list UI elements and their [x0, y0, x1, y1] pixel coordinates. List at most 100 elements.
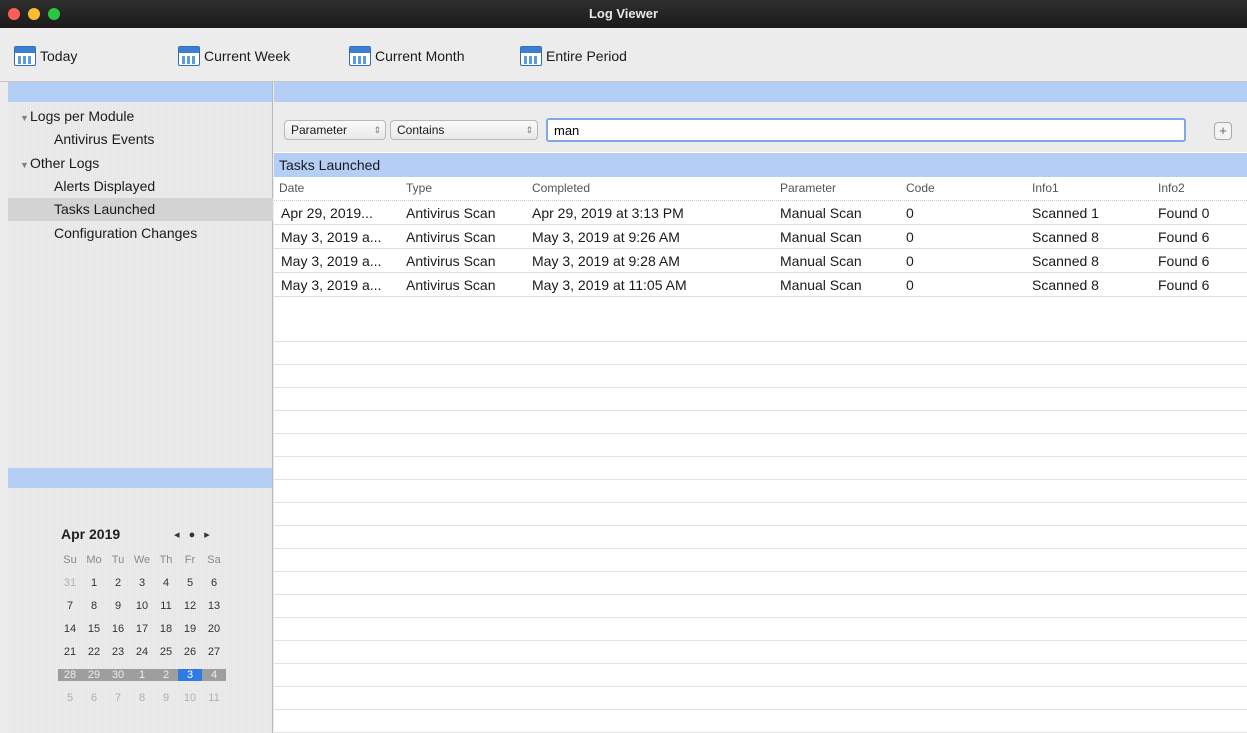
- calendar-day[interactable]: 8: [82, 600, 106, 612]
- calendar-day[interactable]: 3: [130, 577, 154, 589]
- zoom-window-button[interactable]: [48, 8, 60, 20]
- calendar-day[interactable]: 17: [130, 623, 154, 635]
- cell-info2: Found 0: [1158, 205, 1210, 221]
- calendar-day[interactable]: 2: [106, 577, 130, 589]
- calendar-day[interactable]: 20: [202, 623, 226, 635]
- column-header-parameter[interactable]: Parameter: [780, 177, 836, 199]
- calendar-day[interactable]: 12: [178, 600, 202, 612]
- calendar-day[interactable]: 7: [58, 600, 82, 612]
- calendar-week-row: 28 29 30 1 2 3 4: [58, 663, 226, 686]
- column-header-date[interactable]: Date: [279, 177, 304, 199]
- sidebar-group-logs-per-module[interactable]: ▼Logs per Module: [8, 105, 273, 128]
- sidebar-group-other-logs[interactable]: ▼Other Logs: [8, 152, 273, 175]
- cell-code: 0: [906, 253, 914, 269]
- calendar-day[interactable]: 16: [106, 623, 130, 635]
- cell-info2: Found 6: [1158, 229, 1210, 245]
- current-week-button[interactable]: Current Week: [178, 44, 290, 68]
- calendar-day[interactable]: 5: [178, 577, 202, 589]
- column-header-type[interactable]: Type: [406, 177, 432, 199]
- entire-period-button[interactable]: Entire Period: [520, 44, 627, 68]
- empty-table-row: [274, 526, 1247, 549]
- empty-table-row: [274, 434, 1247, 457]
- calendar-day[interactable]: 31: [58, 577, 82, 589]
- calendar-day[interactable]: 6: [202, 577, 226, 589]
- calendar-week-row: 14 15 16 17 18 19 20: [58, 617, 226, 640]
- calendar-day[interactable]: 11: [202, 692, 226, 704]
- weekday-label: Tu: [111, 553, 125, 566]
- weekday-label: Su: [63, 553, 77, 566]
- calendar-day[interactable]: 11: [154, 600, 178, 612]
- calendar-day[interactable]: 6: [82, 692, 106, 704]
- calendar-day[interactable]: 24: [130, 646, 154, 658]
- calendar-day[interactable]: 13: [202, 600, 226, 612]
- filter-field-popup[interactable]: Parameter ⇕: [284, 120, 386, 140]
- calendar-day[interactable]: 30: [106, 668, 130, 681]
- weekday-label: Fr: [184, 553, 196, 566]
- cell-type: Antivirus Scan: [406, 205, 496, 221]
- filter-operator-popup[interactable]: Contains ⇕: [390, 120, 538, 140]
- calendar-day[interactable]: 25: [154, 646, 178, 658]
- column-header-code[interactable]: Code: [906, 177, 935, 199]
- add-filter-button[interactable]: +: [1214, 122, 1232, 140]
- calendar-day[interactable]: 5: [58, 692, 82, 704]
- calendar-navigation[interactable]: ◂ ● ▸: [174, 528, 213, 541]
- calendar-day[interactable]: 29: [82, 668, 106, 681]
- calendar-day[interactable]: 28: [58, 668, 82, 681]
- empty-table-row: [274, 503, 1247, 526]
- calendar-day[interactable]: 7: [106, 692, 130, 704]
- close-window-button[interactable]: [8, 8, 20, 20]
- column-header-completed[interactable]: Completed: [532, 177, 590, 199]
- sidebar-item-alerts-displayed[interactable]: Alerts Displayed: [8, 175, 273, 198]
- empty-table-row: [274, 572, 1247, 595]
- today-button[interactable]: Today: [14, 44, 77, 68]
- today-label: Today: [40, 48, 78, 64]
- empty-table-row: [274, 687, 1247, 710]
- calendar-day-today[interactable]: 3: [178, 668, 202, 681]
- table-row[interactable]: May 3, 2019 a... Antivirus Scan May 3, 2…: [274, 249, 1247, 273]
- table-row[interactable]: Apr 29, 2019... Antivirus Scan Apr 29, 2…: [274, 201, 1247, 225]
- disclosure-triangle-icon[interactable]: ▼: [20, 107, 30, 130]
- calendar-day[interactable]: 1: [130, 668, 154, 681]
- calendar-icon: [14, 46, 36, 66]
- sidebar-item-tasks-launched[interactable]: Tasks Launched: [8, 198, 273, 221]
- current-month-button[interactable]: Current Month: [349, 44, 464, 68]
- calendar-day[interactable]: 10: [178, 692, 202, 704]
- column-header-info1[interactable]: Info1: [1032, 177, 1059, 199]
- calendar-day[interactable]: 14: [58, 623, 82, 635]
- cell-info2: Found 6: [1158, 277, 1210, 293]
- empty-table-row: [274, 319, 1247, 342]
- calendar-day[interactable]: 21: [58, 646, 82, 658]
- calendar-day[interactable]: 4: [202, 668, 226, 681]
- table-row[interactable]: May 3, 2019 a... Antivirus Scan May 3, 2…: [274, 225, 1247, 249]
- calendar-day[interactable]: 22: [82, 646, 106, 658]
- calendar-grid: Su Mo Tu We Th Fr Sa 31 1 2 3 4 5 6 7 8 …: [58, 548, 226, 709]
- disclosure-triangle-icon[interactable]: ▼: [20, 154, 30, 177]
- cell-completed: May 3, 2019 at 9:28 AM: [532, 253, 680, 269]
- table-row[interactable]: May 3, 2019 a... Antivirus Scan May 3, 2…: [274, 273, 1247, 297]
- calendar-day[interactable]: 27: [202, 646, 226, 658]
- calendar-day[interactable]: 8: [130, 692, 154, 704]
- calendar-day[interactable]: 2: [154, 668, 178, 681]
- calendar-day[interactable]: 10: [130, 600, 154, 612]
- cell-info2: Found 6: [1158, 253, 1210, 269]
- calendar-day[interactable]: 19: [178, 623, 202, 635]
- empty-table-row: [274, 480, 1247, 503]
- minimize-window-button[interactable]: [28, 8, 40, 20]
- calendar-day[interactable]: 4: [154, 577, 178, 589]
- cell-date: May 3, 2019 a...: [281, 229, 382, 245]
- sidebar-item-antivirus-events[interactable]: Antivirus Events: [8, 128, 273, 151]
- calendar-day[interactable]: 9: [106, 600, 130, 612]
- filter-value-input[interactable]: [546, 118, 1186, 142]
- calendar-day[interactable]: 23: [106, 646, 130, 658]
- calendar-day[interactable]: 9: [154, 692, 178, 704]
- empty-table-row: [274, 411, 1247, 434]
- current-week-label: Current Week: [204, 48, 291, 64]
- cell-info1: Scanned 8: [1032, 277, 1099, 293]
- cell-code: 0: [906, 277, 914, 293]
- calendar-day[interactable]: 18: [154, 623, 178, 635]
- calendar-day[interactable]: 1: [82, 577, 106, 589]
- sidebar-item-configuration-changes[interactable]: Configuration Changes: [8, 222, 273, 245]
- column-header-info2[interactable]: Info2: [1158, 177, 1185, 199]
- calendar-day[interactable]: 26: [178, 646, 202, 658]
- calendar-day[interactable]: 15: [82, 623, 106, 635]
